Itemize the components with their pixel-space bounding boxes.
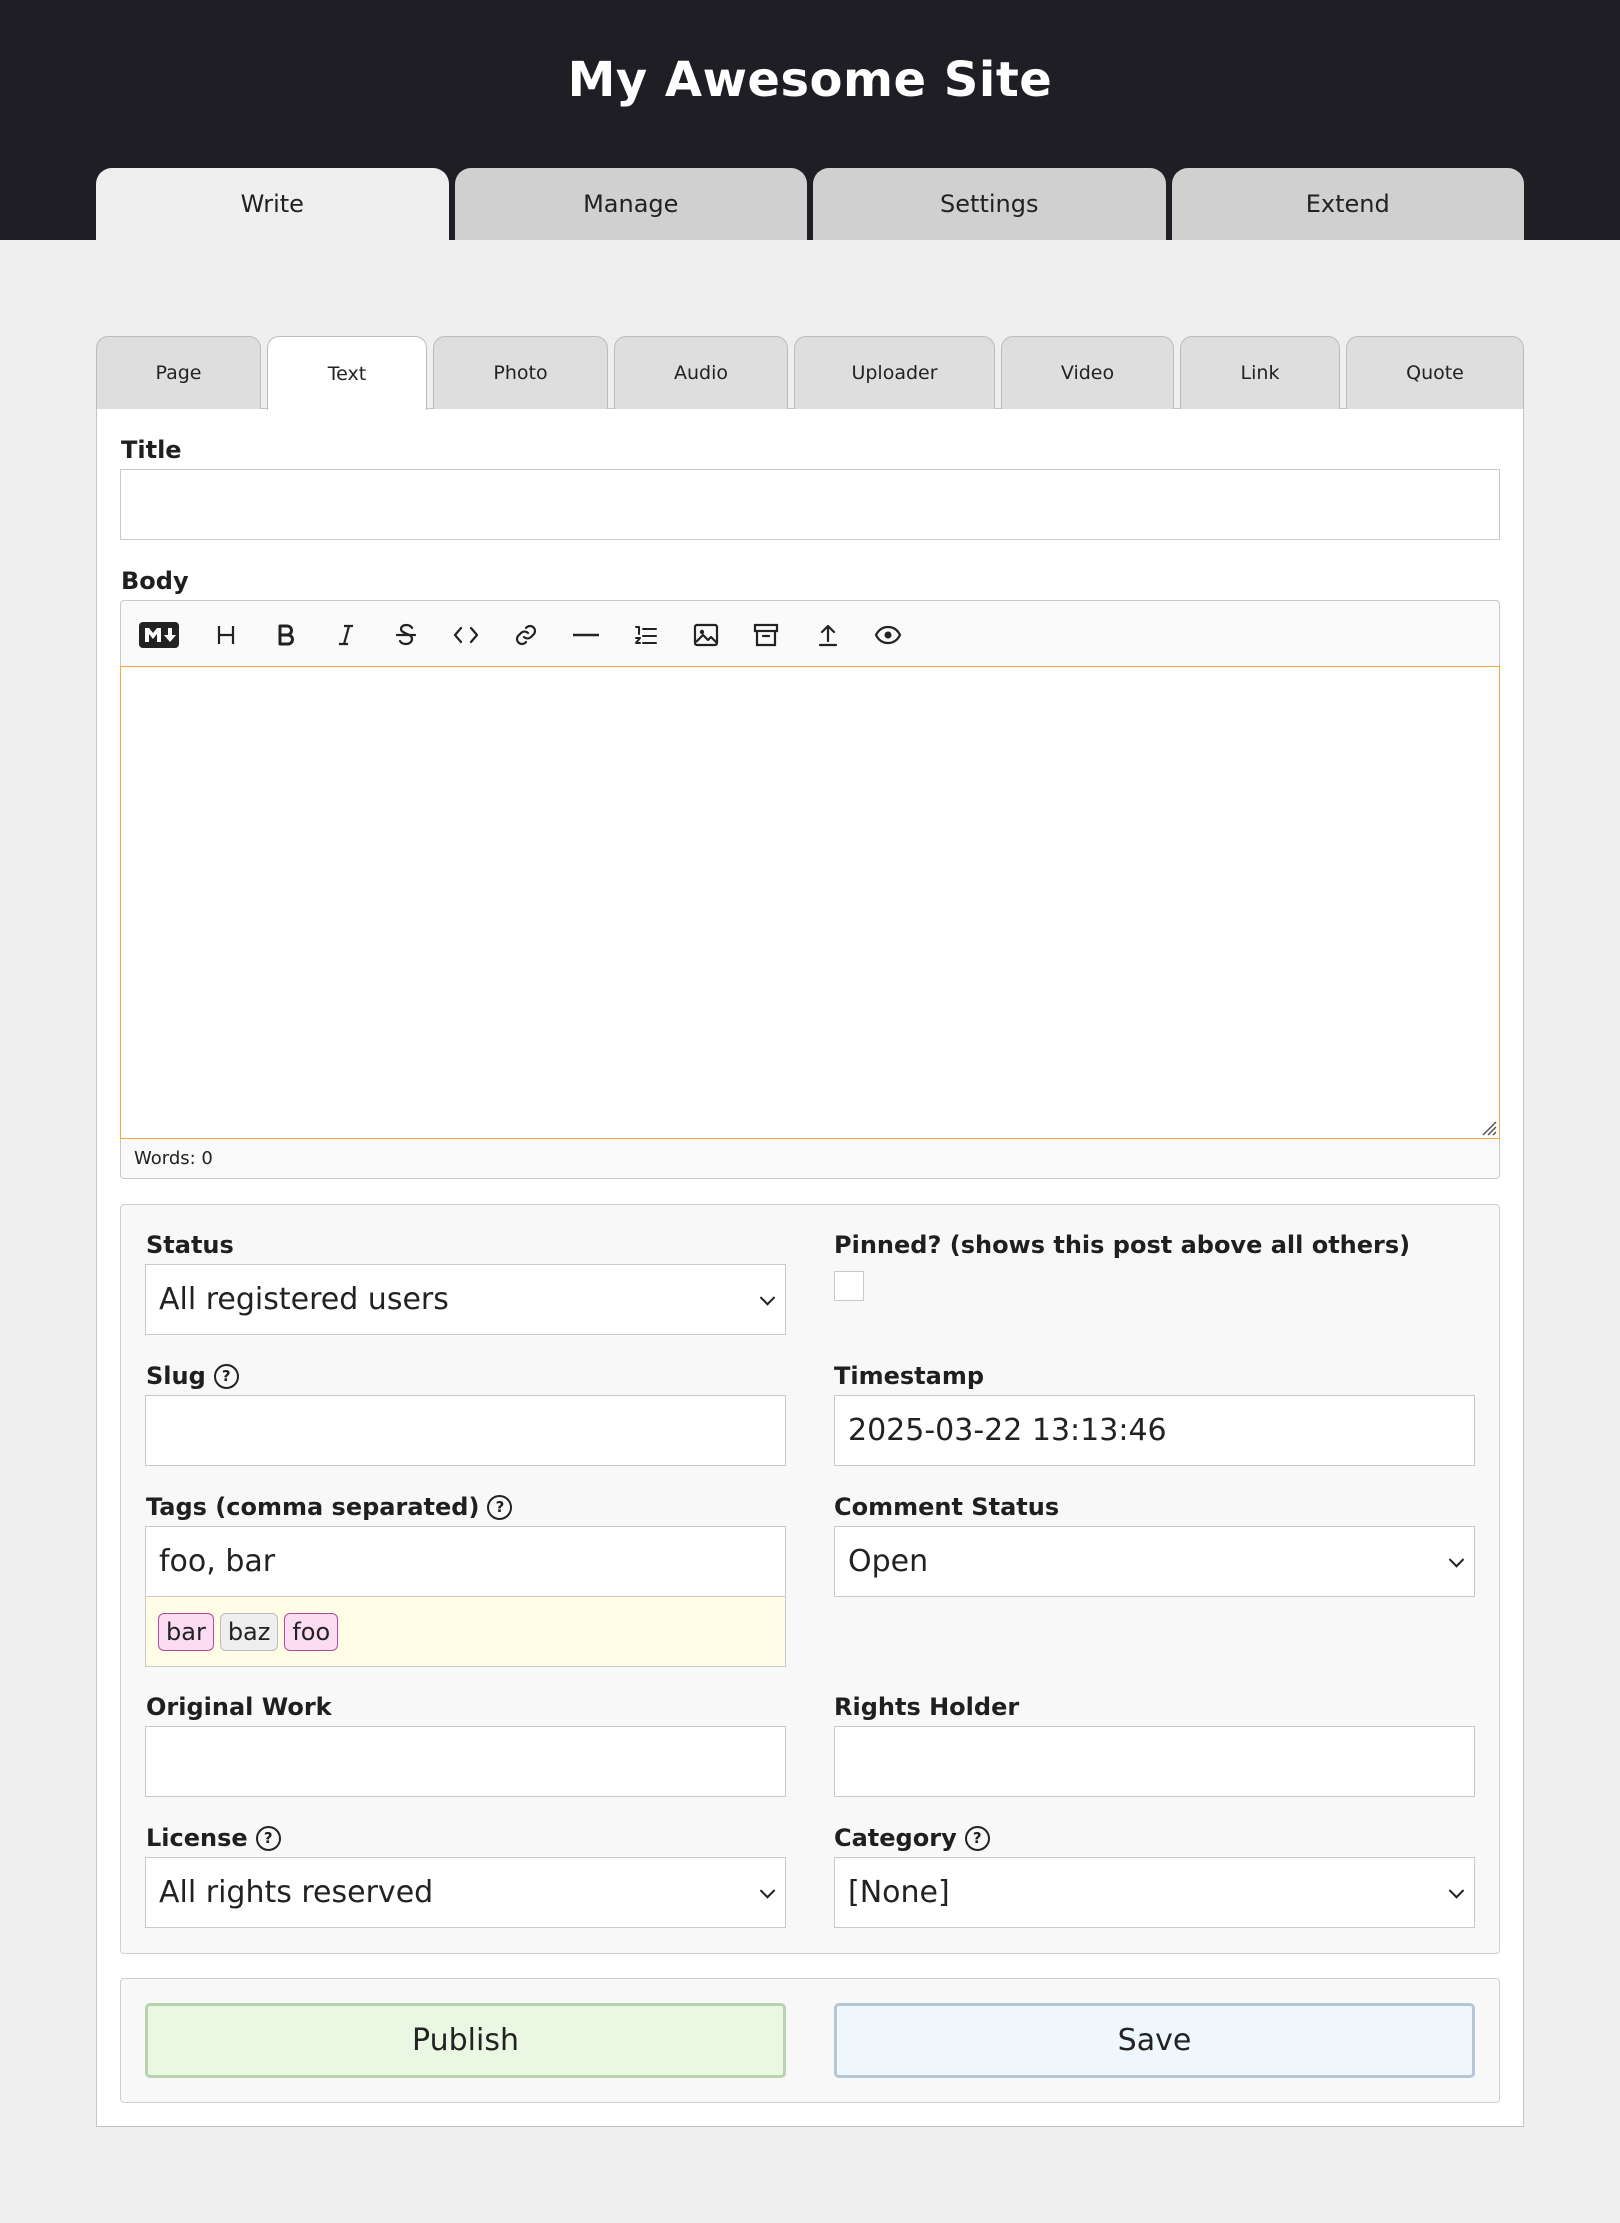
tag-chip-baz[interactable]: baz: [219, 1612, 279, 1651]
code-icon[interactable]: [449, 618, 483, 652]
comment-status-value: Open: [848, 1544, 929, 1579]
timestamp-input[interactable]: 2025-03-22 13:13:46: [834, 1395, 1475, 1466]
sub-tab-audio[interactable]: Audio: [614, 336, 788, 409]
slug-label-text: Slug: [146, 1362, 206, 1390]
original-work-label: Original Work: [146, 1693, 332, 1721]
tag-suggestions: bar baz foo: [145, 1597, 786, 1667]
sub-tab-text[interactable]: Text: [267, 336, 427, 410]
sub-tab-photo[interactable]: Photo: [433, 336, 608, 409]
body-label: Body: [121, 567, 189, 595]
timestamp-label: Timestamp: [834, 1362, 985, 1390]
comment-status-select[interactable]: Open: [834, 1526, 1475, 1597]
content-type-tabs: Page Text Photo Audio Uploader Video Lin…: [96, 336, 1524, 410]
sub-tab-page[interactable]: Page: [96, 336, 261, 409]
resize-handle-icon[interactable]: [1477, 1116, 1497, 1136]
license-select[interactable]: All rights reserved: [145, 1857, 786, 1928]
category-label-text: Category: [834, 1824, 957, 1852]
strikethrough-icon[interactable]: [389, 618, 423, 652]
site-title: My Awesome Site: [567, 52, 1053, 108]
italic-icon[interactable]: [329, 618, 363, 652]
sub-tab-video[interactable]: Video: [1001, 336, 1174, 409]
original-work-input[interactable]: [145, 1726, 786, 1797]
save-button[interactable]: Save: [834, 2003, 1475, 2078]
help-icon[interactable]: ?: [487, 1494, 513, 1520]
title-input[interactable]: [120, 469, 1500, 540]
tags-label-text: Tags (comma separated): [146, 1493, 480, 1521]
help-icon[interactable]: ?: [964, 1825, 990, 1851]
ordered-list-icon[interactable]: [629, 618, 663, 652]
slug-label: Slug ?: [146, 1362, 239, 1390]
license-label-text: License: [146, 1824, 248, 1852]
upload-icon[interactable]: [811, 618, 845, 652]
link-icon[interactable]: [509, 618, 543, 652]
editor-toolbar: [120, 600, 1500, 667]
publish-button[interactable]: Publish: [145, 2003, 786, 2078]
sub-tab-quote[interactable]: Quote: [1346, 336, 1524, 409]
pinned-label: Pinned? (shows this post above all other…: [834, 1231, 1411, 1259]
tag-chip-bar[interactable]: bar: [158, 1612, 214, 1651]
status-select[interactable]: All registered users: [145, 1264, 786, 1335]
help-icon[interactable]: ?: [255, 1825, 281, 1851]
title-label: Title: [121, 436, 182, 464]
tags-input[interactable]: foo, bar: [145, 1526, 786, 1597]
main-tab-extend[interactable]: Extend: [1171, 168, 1524, 240]
license-label: License ?: [146, 1824, 281, 1852]
markdown-icon[interactable]: [139, 618, 179, 652]
sub-tab-link[interactable]: Link: [1180, 336, 1340, 409]
category-value: [None]: [848, 1875, 950, 1910]
license-value: All rights reserved: [159, 1875, 434, 1910]
body-editor[interactable]: [120, 666, 1500, 1139]
bold-icon[interactable]: [269, 618, 303, 652]
rights-holder-input[interactable]: [834, 1726, 1475, 1797]
tag-chip-foo[interactable]: foo: [284, 1612, 339, 1651]
word-count: Words: 0: [120, 1139, 1500, 1179]
slug-input[interactable]: [145, 1395, 786, 1466]
sub-tab-uploader[interactable]: Uploader: [794, 336, 995, 409]
status-label: Status: [146, 1231, 234, 1259]
category-label: Category ?: [834, 1824, 990, 1852]
rights-holder-label: Rights Holder: [834, 1693, 1020, 1721]
main-nav: Write Manage Settings Extend: [96, 168, 1524, 240]
status-value: All registered users: [159, 1282, 449, 1317]
image-icon[interactable]: [689, 618, 723, 652]
help-icon[interactable]: ?: [213, 1363, 239, 1389]
horizontal-rule-icon[interactable]: [569, 618, 603, 652]
preview-icon[interactable]: [871, 618, 905, 652]
tags-label: Tags (comma separated) ?: [146, 1493, 513, 1521]
archive-icon[interactable]: [749, 618, 783, 652]
heading-icon[interactable]: [209, 618, 243, 652]
main-tab-manage[interactable]: Manage: [454, 168, 807, 240]
comment-status-label: Comment Status: [834, 1493, 1060, 1521]
pinned-checkbox[interactable]: [834, 1271, 864, 1301]
main-tab-write[interactable]: Write: [96, 168, 449, 240]
category-select[interactable]: [None]: [834, 1857, 1475, 1928]
main-tab-settings[interactable]: Settings: [813, 168, 1166, 240]
site-header: My Awesome Site Write Manage Settings Ex…: [0, 0, 1620, 240]
